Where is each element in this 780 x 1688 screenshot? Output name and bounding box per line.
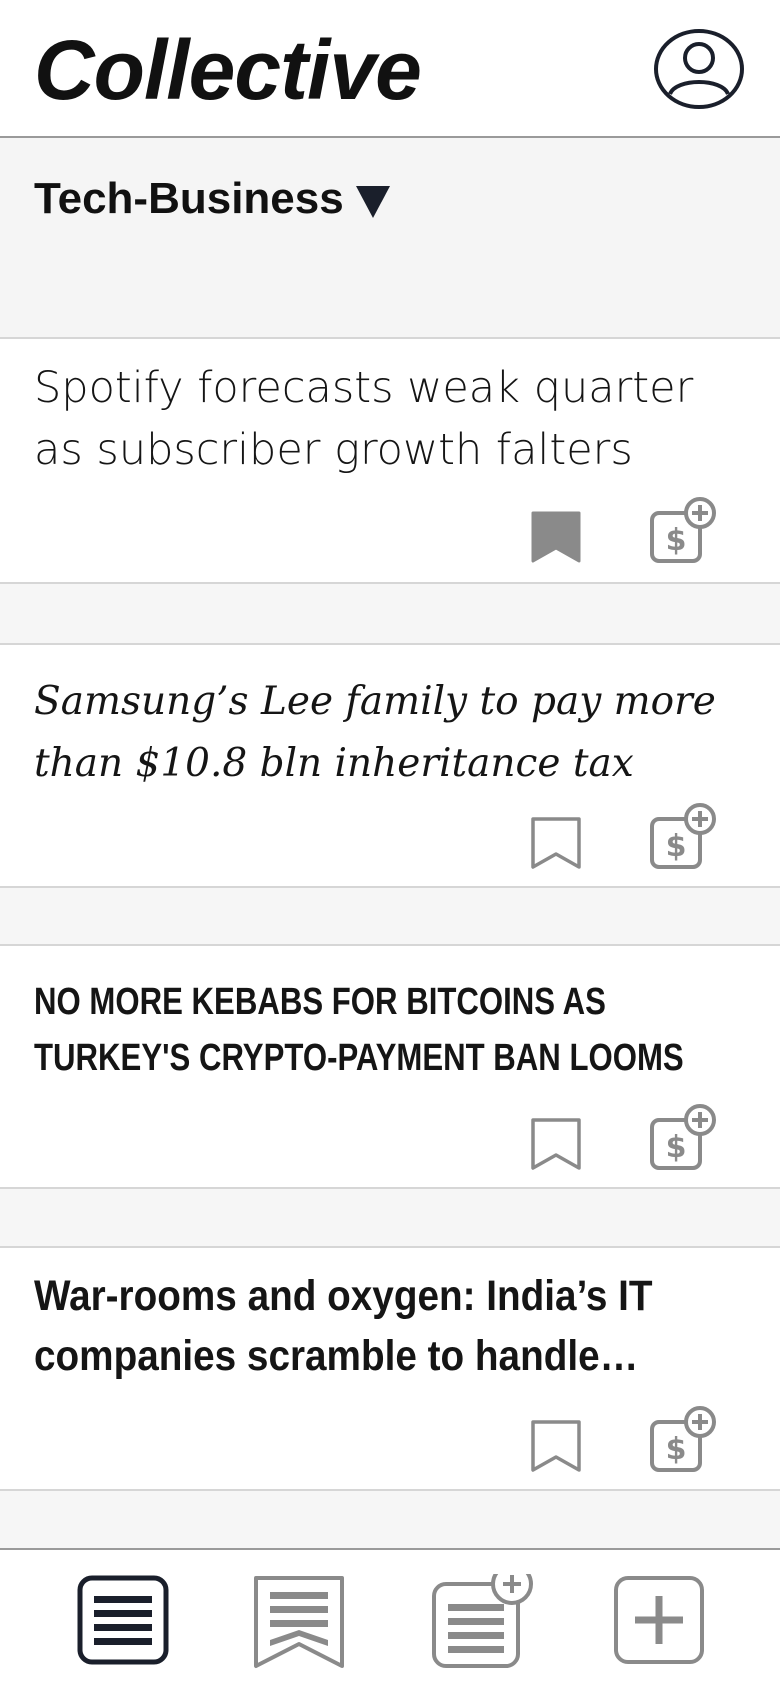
bookmark-button[interactable] xyxy=(530,1118,582,1170)
article-card[interactable]: Samsung’s Lee family to pay more than $1… xyxy=(0,643,780,888)
plus-icon xyxy=(614,1576,704,1664)
bookmark-button[interactable] xyxy=(530,817,582,869)
bookmark-icon xyxy=(531,817,581,869)
app-header: Collective xyxy=(0,0,780,138)
bookmark-icon xyxy=(531,1420,581,1472)
article-card[interactable]: NO MORE KEBABS FOR BITCOINS AS TURKEY'S … xyxy=(0,944,780,1189)
tab-bookmarks[interactable] xyxy=(252,1574,348,1670)
list-icon xyxy=(77,1575,169,1665)
article-card[interactable]: War-rooms and oxygen: India’s IT compani… xyxy=(0,1246,780,1491)
tab-add[interactable] xyxy=(612,1574,708,1670)
svg-text:$: $ xyxy=(666,1130,687,1165)
bookmark-button[interactable] xyxy=(530,1420,582,1472)
app-title: Collective xyxy=(34,23,422,117)
tab-add-feed[interactable] xyxy=(430,1563,540,1670)
svg-text:$: $ xyxy=(666,829,687,864)
section-bar: Tech-Business xyxy=(0,138,780,339)
section-label: Tech-Business xyxy=(34,174,344,223)
article-title[interactable]: War-rooms and oxygen: India’s IT compani… xyxy=(34,1266,718,1386)
article-title[interactable]: Samsung’s Lee family to pay more than $1… xyxy=(34,671,740,795)
bookmark-icon xyxy=(531,1118,581,1170)
article-title[interactable]: NO MORE KEBABS FOR BITCOINS AS TURKEY'S … xyxy=(34,974,723,1086)
caret-down-icon xyxy=(355,186,390,218)
list-plus-icon xyxy=(432,1563,533,1668)
tab-feed[interactable] xyxy=(76,1574,172,1670)
bottom-tab-bar xyxy=(0,1548,780,1688)
tip-button[interactable]: $ xyxy=(648,1104,720,1174)
section-dropdown[interactable]: Tech-Business xyxy=(34,174,390,224)
bookmark-filled-icon xyxy=(531,511,581,563)
bookmark-list-icon xyxy=(254,1576,344,1668)
dollar-plus-icon: $ xyxy=(650,497,716,563)
tip-button[interactable]: $ xyxy=(648,497,720,567)
dollar-plus-icon: $ xyxy=(650,803,716,869)
dollar-plus-icon: $ xyxy=(650,1104,716,1170)
svg-text:$: $ xyxy=(666,1432,687,1467)
article-card[interactable]: Spotify forecasts weak quarter as subscr… xyxy=(0,339,780,584)
dollar-plus-icon: $ xyxy=(650,1406,716,1472)
article-title[interactable]: Spotify forecasts weak quarter as subscr… xyxy=(34,357,740,481)
profile-button[interactable] xyxy=(652,26,746,112)
svg-text:$: $ xyxy=(666,523,687,558)
bookmark-button[interactable] xyxy=(530,511,582,563)
tip-button[interactable]: $ xyxy=(648,1406,720,1476)
user-circle-icon xyxy=(654,29,744,109)
tip-button[interactable]: $ xyxy=(648,803,720,873)
